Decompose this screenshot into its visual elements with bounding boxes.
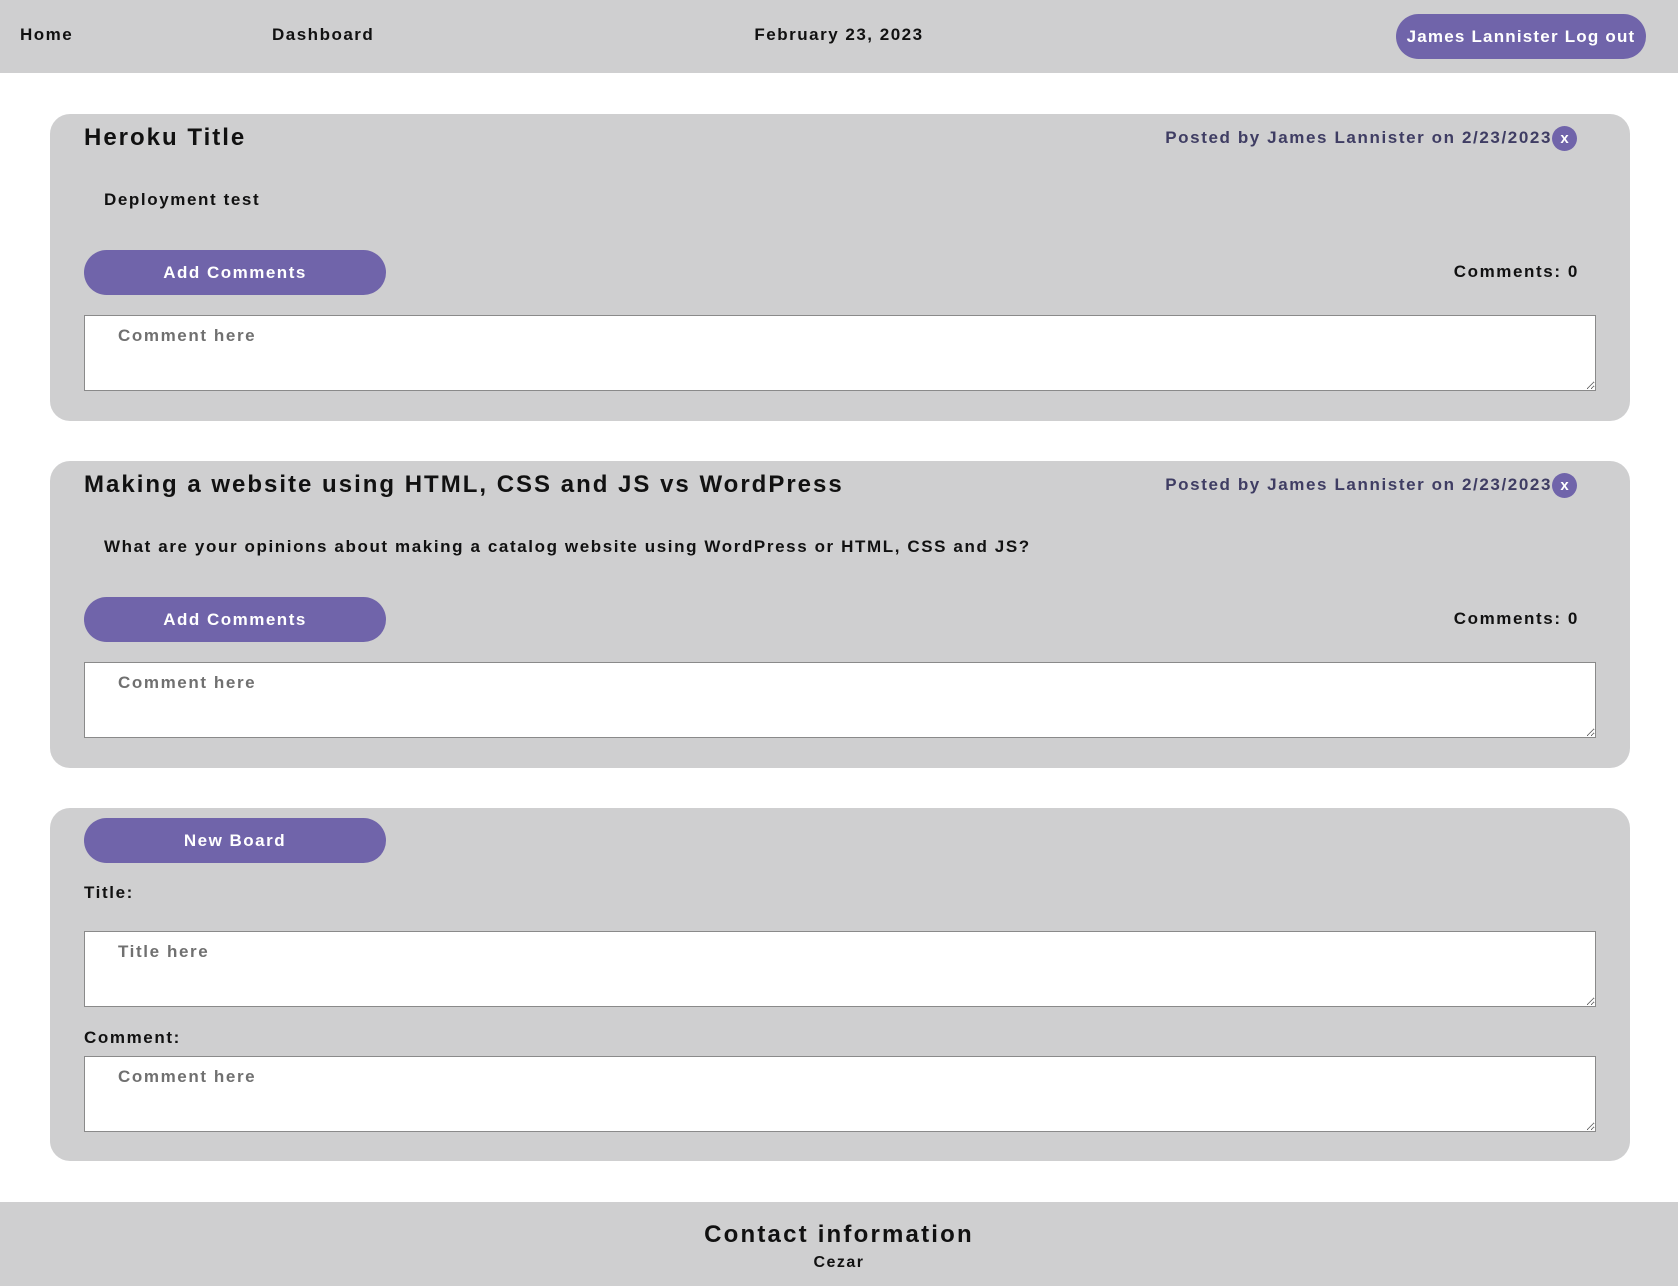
add-comments-button[interactable]: Add Comments [84,250,386,295]
title-input[interactable] [84,931,1596,1007]
new-board-form: New Board Title: Comment: [50,808,1630,1161]
post-body: Deployment test [104,190,261,209]
post-title: Making a website using HTML, CSS and JS … [84,471,844,498]
post-body: What are your opinions about making a ca… [104,537,1031,556]
post-title: Heroku Title [84,124,247,151]
post-meta: Posted by James Lannister on 2/23/2023 [1165,128,1552,147]
comment-input[interactable] [84,1056,1596,1132]
post-meta: Posted by James Lannister on 2/23/2023 [1165,475,1552,494]
title-label: Title: [84,883,134,902]
top-navbar: Home Dashboard February 23, 2023 James L… [0,0,1678,73]
footer-title: Contact information [704,1221,974,1248]
comment-input[interactable] [84,315,1596,391]
post-card: Heroku Title Posted by James Lannister o… [50,114,1630,421]
comments-count: Comments: 0 [1453,609,1579,628]
footer: Contact information Cezar [0,1202,1678,1286]
delete-post-button[interactable]: x [1552,126,1577,151]
add-comments-button[interactable]: Add Comments [84,597,386,642]
post-card: Making a website using HTML, CSS and JS … [50,461,1630,768]
new-board-button[interactable]: New Board [84,818,386,863]
comment-input[interactable] [84,662,1596,738]
comment-label: Comment: [84,1028,181,1047]
logout-button[interactable]: James Lannister Log out [1396,14,1646,59]
delete-post-button[interactable]: x [1552,473,1577,498]
comments-count: Comments: 0 [1453,262,1579,281]
footer-contact-name: Cezar [813,1254,865,1271]
